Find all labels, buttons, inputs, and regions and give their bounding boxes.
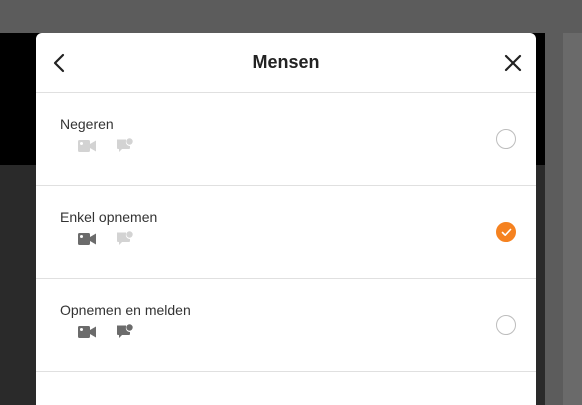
option-radio[interactable] xyxy=(496,129,516,149)
option-radio[interactable] xyxy=(496,222,516,242)
checkmark-icon xyxy=(501,228,511,236)
option-label: Enkel opnemen xyxy=(60,209,158,225)
back-button[interactable] xyxy=(46,50,72,76)
background-side-panel xyxy=(563,33,582,405)
notification-icon xyxy=(115,324,133,340)
option-radio[interactable] xyxy=(496,315,516,335)
video-record-icon xyxy=(78,324,96,340)
option-row[interactable]: Opnemen en melden xyxy=(36,279,536,372)
option-row[interactable]: Negeren xyxy=(36,93,536,186)
option-icons xyxy=(78,324,536,340)
option-icons xyxy=(78,138,536,154)
close-icon xyxy=(504,54,522,72)
option-label: Negeren xyxy=(60,116,114,132)
video-record-icon xyxy=(78,231,96,247)
close-button[interactable] xyxy=(500,50,526,76)
option-label: Opnemen en melden xyxy=(60,302,191,318)
notification-icon xyxy=(115,138,133,154)
option-row[interactable]: Enkel opnemen xyxy=(36,186,536,279)
modal-header: Mensen xyxy=(36,33,536,93)
options-list: Negeren Enkel opnemen Opnemen en melden xyxy=(36,93,536,372)
video-record-icon xyxy=(78,138,96,154)
chevron-left-icon xyxy=(53,53,65,73)
option-icons xyxy=(78,231,536,247)
notification-icon xyxy=(115,231,133,247)
modal-title: Mensen xyxy=(252,52,320,72)
people-settings-modal: Mensen Negeren Enkel opnemen Opnemen en … xyxy=(36,33,536,405)
